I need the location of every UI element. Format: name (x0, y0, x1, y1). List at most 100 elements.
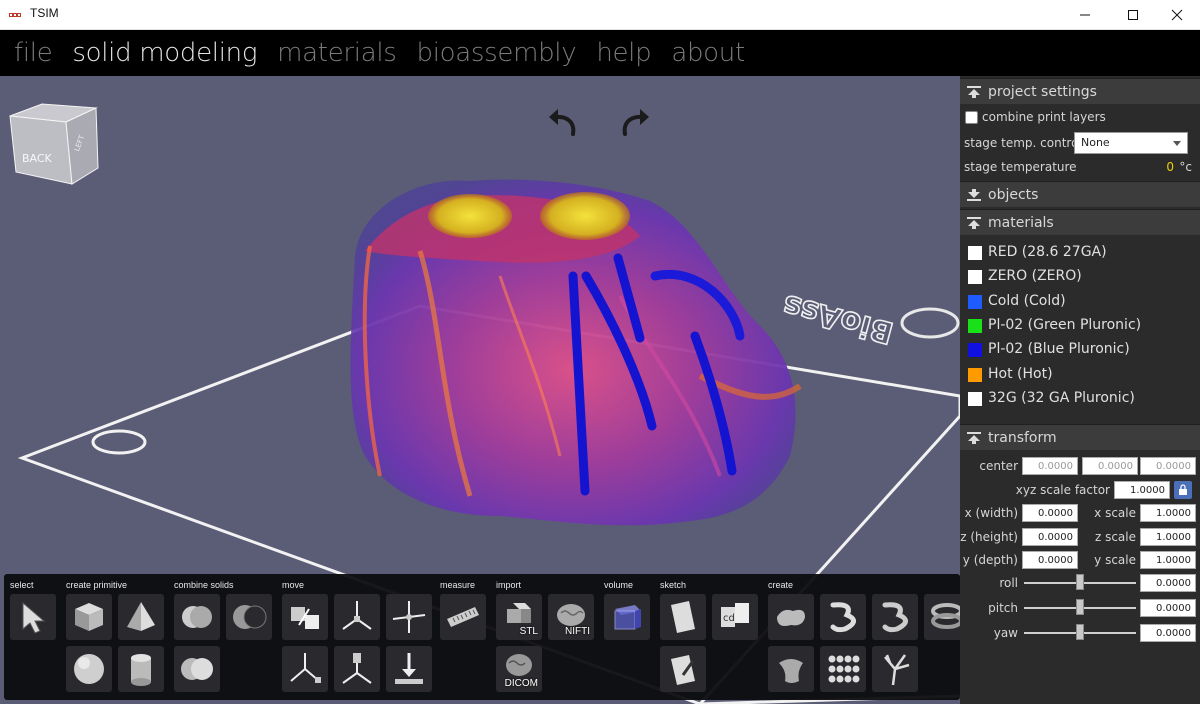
loft-button[interactable] (768, 646, 814, 692)
measure-button[interactable] (440, 594, 486, 640)
menu-help[interactable]: help (596, 38, 651, 68)
pitch-input[interactable]: 0.0000 (1140, 599, 1196, 617)
navigation-cube[interactable]: BACK LEFT (6, 88, 102, 188)
pyramid-primitive-button[interactable] (118, 594, 164, 640)
sphere-primitive-button[interactable] (66, 646, 112, 692)
extrude-blob-icon (777, 609, 805, 626)
align-button[interactable] (334, 646, 380, 692)
sketch-text-button[interactable]: cd (712, 594, 758, 640)
z-scale-input[interactable]: 1.0000 (1140, 528, 1196, 546)
y-depth-label: y (depth) (962, 553, 1018, 567)
menu-file[interactable]: file (14, 38, 53, 68)
maximize-button[interactable] (1110, 0, 1156, 30)
pitch-slider-thumb[interactable] (1076, 599, 1084, 615)
import-nifti-button[interactable]: NIFTI (548, 594, 594, 640)
transform-header[interactable]: transform (960, 424, 1200, 450)
material-item[interactable]: ZERO (ZERO) (960, 268, 1200, 290)
array-button[interactable] (820, 646, 866, 692)
menu-materials[interactable]: materials (277, 38, 397, 68)
combine-print-layers-row: combine print layers (960, 110, 1200, 128)
select-tool-button[interactable] (10, 594, 56, 640)
material-color-swatch[interactable] (968, 391, 982, 406)
transform-title: transform (988, 429, 1057, 446)
import-dicom-button[interactable]: DICOM (496, 646, 542, 692)
toolbar-label-create-primitive: create primitive (66, 580, 128, 590)
material-item[interactable]: Pl-02 (Green Pluronic) (960, 317, 1200, 339)
roll-label: roll (999, 576, 1018, 590)
yaw-slider-thumb[interactable] (1076, 624, 1084, 640)
center-y-input[interactable]: 0.0000 (1082, 457, 1138, 475)
cube-primitive-button[interactable] (66, 594, 112, 640)
stage-temp-control-select[interactable]: None (1074, 132, 1188, 154)
sketch-draw-button[interactable] (660, 646, 706, 692)
pitch-label: pitch (988, 601, 1018, 615)
z-height-input[interactable]: 0.0000 (1022, 528, 1078, 546)
x-width-input[interactable]: 0.0000 (1022, 504, 1078, 522)
chevron-down-icon (1173, 141, 1181, 146)
app-logo-icon (9, 13, 21, 17)
sweep-button[interactable] (872, 594, 918, 640)
lock-scale-button[interactable] (1174, 481, 1192, 499)
material-item[interactable]: Hot (Hot) (960, 366, 1200, 388)
modeling-toolbar: select create primitive combine solids m… (4, 574, 970, 700)
center-z-input[interactable]: 0.0000 (1140, 457, 1196, 475)
material-item[interactable]: RED (28.6 27GA) (960, 244, 1200, 266)
material-color-swatch[interactable] (968, 270, 982, 285)
union-icon (182, 606, 212, 628)
roll-input[interactable]: 0.0000 (1140, 574, 1196, 592)
material-item[interactable]: 32G (32 GA Pluronic) (960, 390, 1200, 412)
stl-label: STL (519, 626, 538, 637)
project-settings-header[interactable]: project settings (960, 78, 1200, 104)
import-stl-button[interactable]: STL (496, 594, 542, 640)
extrude-button[interactable] (768, 594, 814, 640)
scale-button[interactable] (282, 646, 328, 692)
cylinder-primitive-button[interactable] (118, 646, 164, 692)
minimize-button[interactable] (1062, 0, 1108, 30)
subtract-icon (233, 605, 267, 629)
intersect-button[interactable] (174, 646, 220, 692)
maximize-icon (1128, 10, 1138, 20)
drop-to-platform-button[interactable] (386, 646, 432, 692)
xyz-scale-factor-input[interactable]: 1.0000 (1114, 481, 1170, 499)
material-color-swatch[interactable] (968, 367, 982, 382)
menu-bioassembly[interactable]: bioassembly (417, 38, 577, 68)
undo-icon[interactable] (543, 102, 583, 142)
branch-tree-button[interactable] (872, 646, 918, 692)
objects-header[interactable]: objects (960, 181, 1200, 207)
window-titlebar: TSIM (0, 0, 1200, 30)
material-color-swatch[interactable] (968, 343, 982, 358)
menu-about[interactable]: about (671, 38, 745, 68)
roll-slider-thumb[interactable] (1076, 574, 1084, 590)
volume-render-heart (350, 179, 802, 526)
expand-down-icon (967, 188, 981, 201)
y-depth-input[interactable]: 0.0000 (1022, 551, 1078, 569)
combine-print-layers-checkbox[interactable] (965, 111, 978, 124)
materials-header[interactable]: materials (960, 209, 1200, 235)
yaw-input[interactable]: 0.0000 (1140, 624, 1196, 642)
material-item[interactable]: Cold (Cold) (960, 293, 1200, 315)
duplicate-button[interactable] (282, 594, 328, 640)
toolbar-label-measure: measure (440, 580, 476, 590)
y-scale-input[interactable]: 1.0000 (1140, 551, 1196, 569)
center-label: center (979, 459, 1018, 473)
volume-button[interactable] (604, 594, 650, 640)
material-color-swatch[interactable] (968, 294, 982, 309)
x-scale-input[interactable]: 1.0000 (1140, 504, 1196, 522)
center-x-input[interactable]: 0.0000 (1022, 457, 1078, 475)
material-color-swatch[interactable] (968, 246, 982, 260)
material-label: ZERO (ZERO) (988, 268, 1082, 285)
material-label: Pl-02 (Blue Pluronic) (988, 341, 1130, 358)
pyramid-icon (127, 602, 155, 631)
material-item[interactable]: Pl-02 (Blue Pluronic) (960, 341, 1200, 363)
sketch-plane-button[interactable] (660, 594, 706, 640)
material-color-swatch[interactable] (968, 318, 982, 333)
collapse-up-icon (967, 431, 981, 444)
union-button[interactable] (174, 594, 220, 640)
spiral-three-button[interactable] (820, 594, 866, 640)
rotate-button[interactable] (386, 594, 432, 640)
close-button[interactable] (1154, 0, 1200, 30)
redo-icon[interactable] (615, 102, 655, 142)
menu-solid-modeling[interactable]: solid modeling (72, 38, 257, 68)
subtract-button[interactable] (226, 594, 272, 640)
translate-button[interactable] (334, 594, 380, 640)
